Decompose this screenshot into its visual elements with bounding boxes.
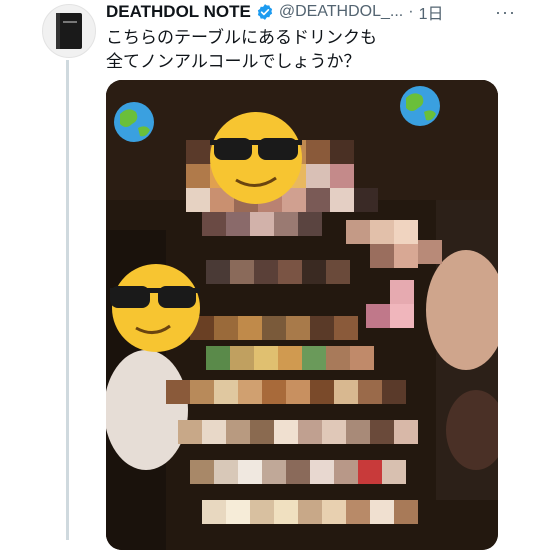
globe-icon	[114, 102, 154, 142]
tweet-text: こちらのテーブルにあるドリンクも 全てノンアルコールでしょうか？	[106, 26, 506, 74]
separator-dot: ·	[408, 3, 414, 20]
tweet-text-line: 全てノンアルコールでしょうか？	[106, 52, 361, 72]
thread-line	[66, 60, 69, 540]
author-handle[interactable]: @DEATHDOL_...	[279, 3, 403, 21]
author-avatar[interactable]	[42, 4, 96, 58]
globe-icon	[400, 86, 440, 126]
tweet-timestamp[interactable]: 1日	[419, 0, 444, 24]
verified-badge-icon	[257, 4, 272, 20]
tweet-media-image[interactable]	[106, 80, 498, 550]
notebook-icon	[56, 13, 82, 49]
tweet-text-line: こちらのテーブルにあるドリンクも	[106, 28, 377, 48]
author-name[interactable]: DEATHDOL NOTE	[106, 2, 251, 22]
sunglasses-emoji-icon	[210, 112, 302, 204]
tweet-header: DEATHDOL NOTE @DEATHDOL_... · 1日	[106, 1, 526, 23]
pixelated-photo	[106, 80, 498, 550]
more-options-button[interactable]: ···	[495, 2, 516, 23]
